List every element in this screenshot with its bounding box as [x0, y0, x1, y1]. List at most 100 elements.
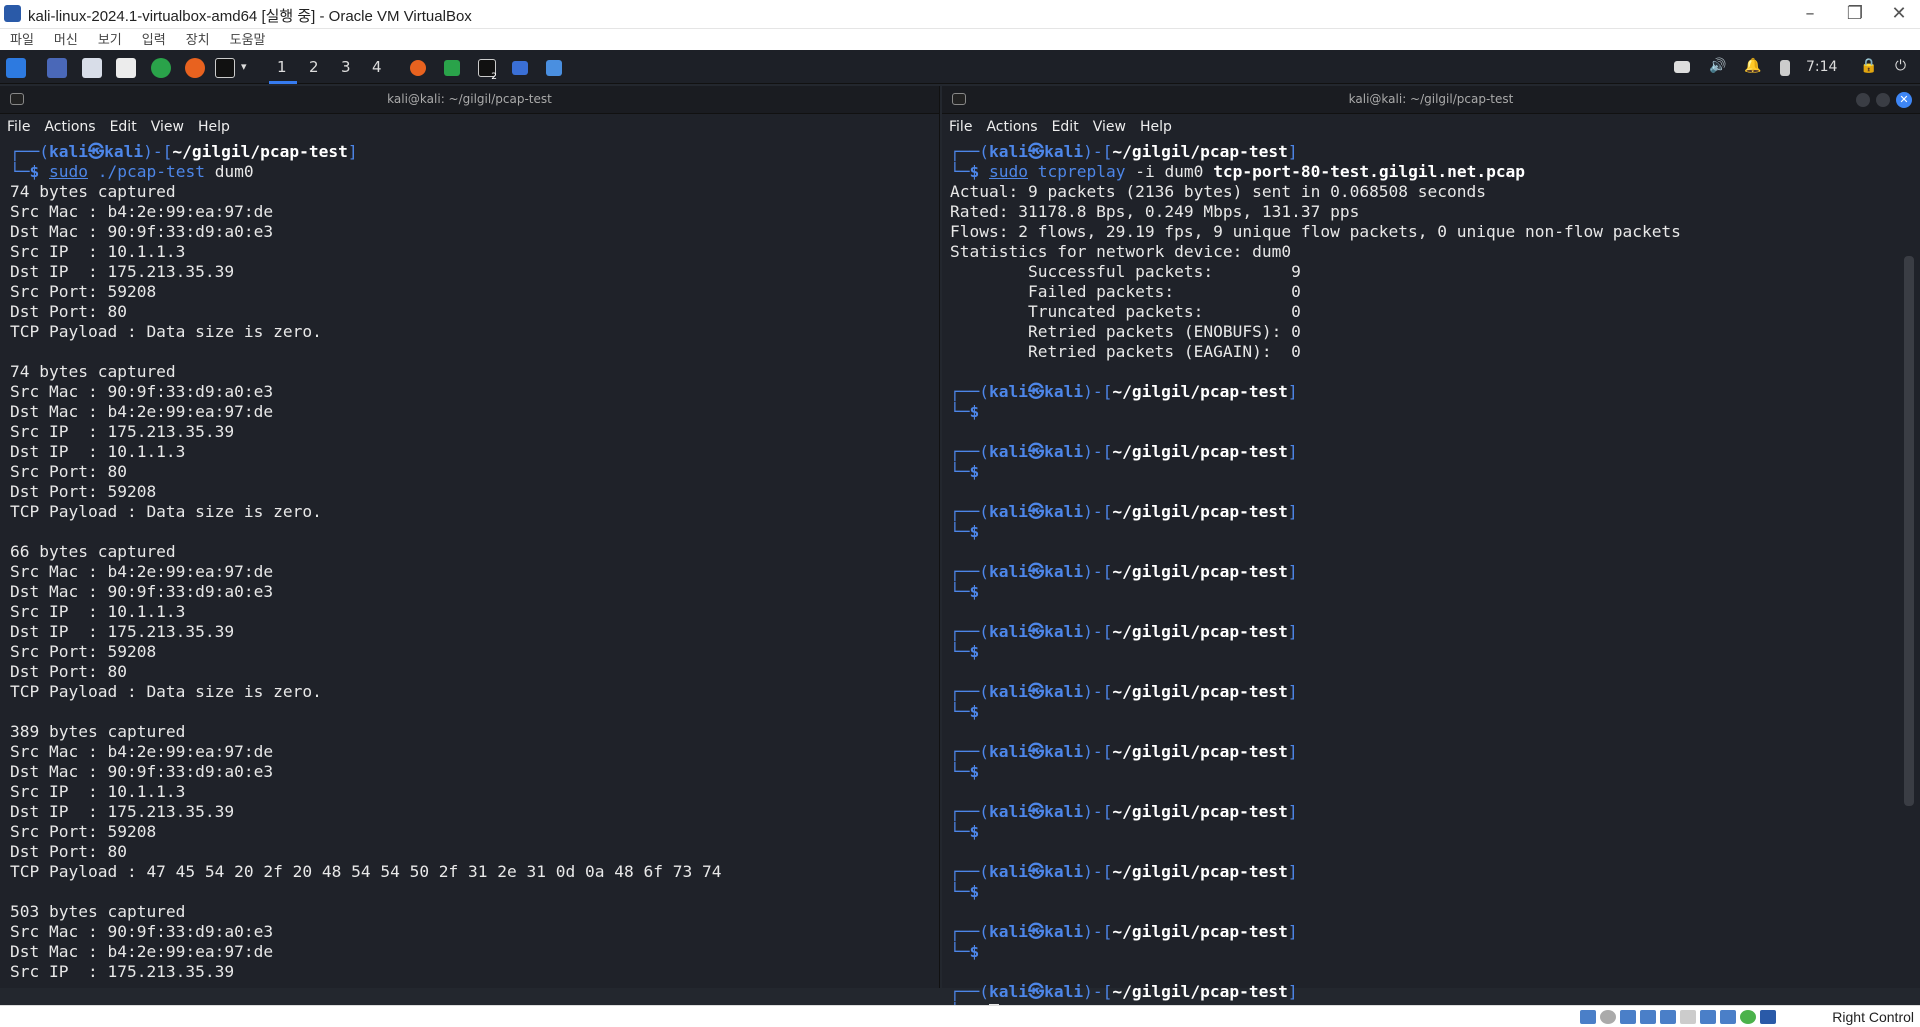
output-line: Dst IP : 175.213.35.39 [10, 262, 235, 281]
close-icon[interactable]: ✕ [1884, 3, 1914, 24]
output-line: Src IP : 175.213.35.39 [10, 422, 235, 441]
output-line: Src IP : 175.213.35.39 [10, 962, 235, 981]
volume-icon[interactable]: 🔊 [1709, 58, 1726, 74]
left-terminal-titlebar: kali@kali: ~/gilgil/pcap-test [0, 86, 939, 114]
terminal-task-icon[interactable]: 2 [478, 59, 497, 82]
command-line: └─$ [950, 402, 980, 421]
output-line: Src Mac : b4:2e:99:ea:97:de [10, 202, 274, 221]
output-line: Dst IP : 175.213.35.39 [10, 802, 235, 821]
desktop-icon[interactable] [47, 58, 67, 78]
network-icon[interactable] [1640, 1010, 1656, 1024]
tcpreplay-output: Actual: 9 packets (2136 bytes) sent in 0… [950, 182, 1920, 362]
output-line: Dst Port: 80 [10, 662, 127, 681]
clock[interactable]: 7:14 [1806, 59, 1837, 75]
audio-icon[interactable] [1620, 1010, 1636, 1024]
right-terminal-window[interactable]: kali@kali: ~/gilgil/pcap-test ✕ File Acti… [942, 86, 1920, 1022]
output-line: 503 bytes captured [10, 902, 186, 921]
right-menu-edit[interactable]: Edit [1045, 114, 1086, 140]
usb-icon[interactable] [1660, 1010, 1676, 1024]
bell-icon[interactable]: 🔔 [1744, 58, 1761, 74]
chevron-down-icon[interactable]: ▾ [241, 60, 247, 73]
display-icon[interactable] [1700, 1010, 1716, 1024]
prompt-line: ┌──(kali㉿kali)-[~/gilgil/pcap-test] [950, 682, 1298, 701]
menu-machine[interactable]: 머신 [44, 29, 88, 50]
menu-file[interactable]: 파일 [0, 29, 44, 50]
app-icon[interactable] [151, 58, 171, 78]
output-line: 74 bytes captured [10, 362, 176, 381]
workspace-3[interactable]: 3 [341, 58, 351, 76]
command-line: └─$ sudo ./pcap-test dum0 [10, 162, 254, 181]
hdd-icon[interactable] [1580, 1010, 1596, 1024]
workspace-1[interactable]: 1 [277, 58, 287, 76]
empty-prompts: ┌──(kali㉿kali)-[~/gilgil/pcap-test] └─$ ┌… [950, 362, 1920, 1022]
command-line: └─$ [950, 522, 980, 541]
firefox-task-icon[interactable] [410, 60, 426, 76]
minimize-icon[interactable]: – [1795, 3, 1825, 24]
left-menu-actions[interactable]: Actions [37, 114, 102, 140]
output-line: Dst IP : 175.213.35.39 [10, 622, 235, 641]
folder-task-icon[interactable] [512, 61, 528, 75]
left-menu-edit[interactable]: Edit [103, 114, 144, 140]
virtualbox-icon [4, 5, 21, 22]
right-terminal-output[interactable]: ┌──(kali㉿kali)-[~/gilgil/pcap-test] └─$ s… [942, 140, 1920, 1022]
wireshark-task-icon[interactable] [546, 60, 562, 76]
output-line: Dst Port: 80 [10, 842, 127, 861]
optical-icon[interactable] [1600, 1010, 1616, 1024]
app-task-icon[interactable] [444, 60, 460, 76]
maximize-icon[interactable] [1876, 93, 1890, 107]
left-menu-file[interactable]: File [0, 114, 37, 140]
output-line: Dst Mac : 90:9f:33:d9:a0:e3 [10, 222, 274, 241]
battery-icon[interactable] [1780, 60, 1790, 76]
left-menu-help[interactable]: Help [191, 114, 237, 140]
output-line: Src IP : 10.1.1.3 [10, 782, 186, 801]
output-line: Src Port: 80 [10, 462, 127, 481]
right-menu-view[interactable]: View [1086, 114, 1133, 140]
output-line: Src Mac : 90:9f:33:d9:a0:e3 [10, 922, 274, 941]
screen-icon[interactable] [1674, 61, 1690, 73]
power-icon[interactable]: ⏻ [1895, 58, 1906, 74]
command-line: └─$ [950, 702, 980, 721]
output-line: Dst IP : 10.1.1.3 [10, 442, 186, 461]
output-line: Statistics for network device: dum0 [950, 242, 1292, 261]
lock-icon[interactable]: 🔒 [1860, 58, 1877, 74]
menu-view[interactable]: 보기 [88, 29, 132, 50]
file-manager-icon[interactable] [82, 58, 102, 78]
right-menu-help[interactable]: Help [1133, 114, 1179, 140]
minimize-icon[interactable] [1856, 93, 1870, 107]
text-editor-icon[interactable] [116, 58, 136, 78]
cpu-icon[interactable] [1740, 1010, 1756, 1024]
restore-icon[interactable]: ❐ [1840, 3, 1870, 24]
shared-folder-icon[interactable] [1680, 1010, 1696, 1024]
scrollbar[interactable] [1904, 256, 1914, 806]
workspace-4[interactable]: 4 [372, 58, 382, 76]
output-line: Retried packets (ENOBUFS): 0 [950, 322, 1301, 341]
mouse-integration-icon[interactable] [1760, 1010, 1776, 1024]
right-menu-actions[interactable]: Actions [979, 114, 1044, 140]
recording-icon[interactable] [1720, 1010, 1736, 1024]
right-menu-file[interactable]: File [942, 114, 979, 140]
kali-menu-icon[interactable] [6, 58, 26, 78]
prompt-line: ┌──(kali㉿kali)-[~/gilgil/pcap-test] [10, 142, 358, 161]
left-terminal-window[interactable]: kali@kali: ~/gilgil/pcap-test File Action… [0, 86, 940, 988]
menu-input[interactable]: 입력 [132, 29, 176, 50]
left-terminal-output[interactable]: ┌──(kali㉿kali)-[~/gilgil/pcap-test] └─$ s… [0, 140, 939, 982]
workspace-2[interactable]: 2 [309, 58, 319, 76]
terminal-icon[interactable] [215, 58, 235, 78]
firefox-icon[interactable] [185, 58, 205, 78]
left-menu-view[interactable]: View [144, 114, 191, 140]
prompt-line: ┌──(kali㉿kali)-[~/gilgil/pcap-test] [950, 562, 1298, 581]
prompt-line: ┌──(kali㉿kali)-[~/gilgil/pcap-test] [950, 382, 1298, 401]
close-icon[interactable]: ✕ [1896, 92, 1912, 108]
command-line: └─$ [950, 762, 980, 781]
menu-devices[interactable]: 장치 [176, 29, 220, 50]
menu-help[interactable]: 도움말 [220, 29, 276, 50]
prompt-line: ┌──(kali㉿kali)-[~/gilgil/pcap-test] [950, 502, 1298, 521]
